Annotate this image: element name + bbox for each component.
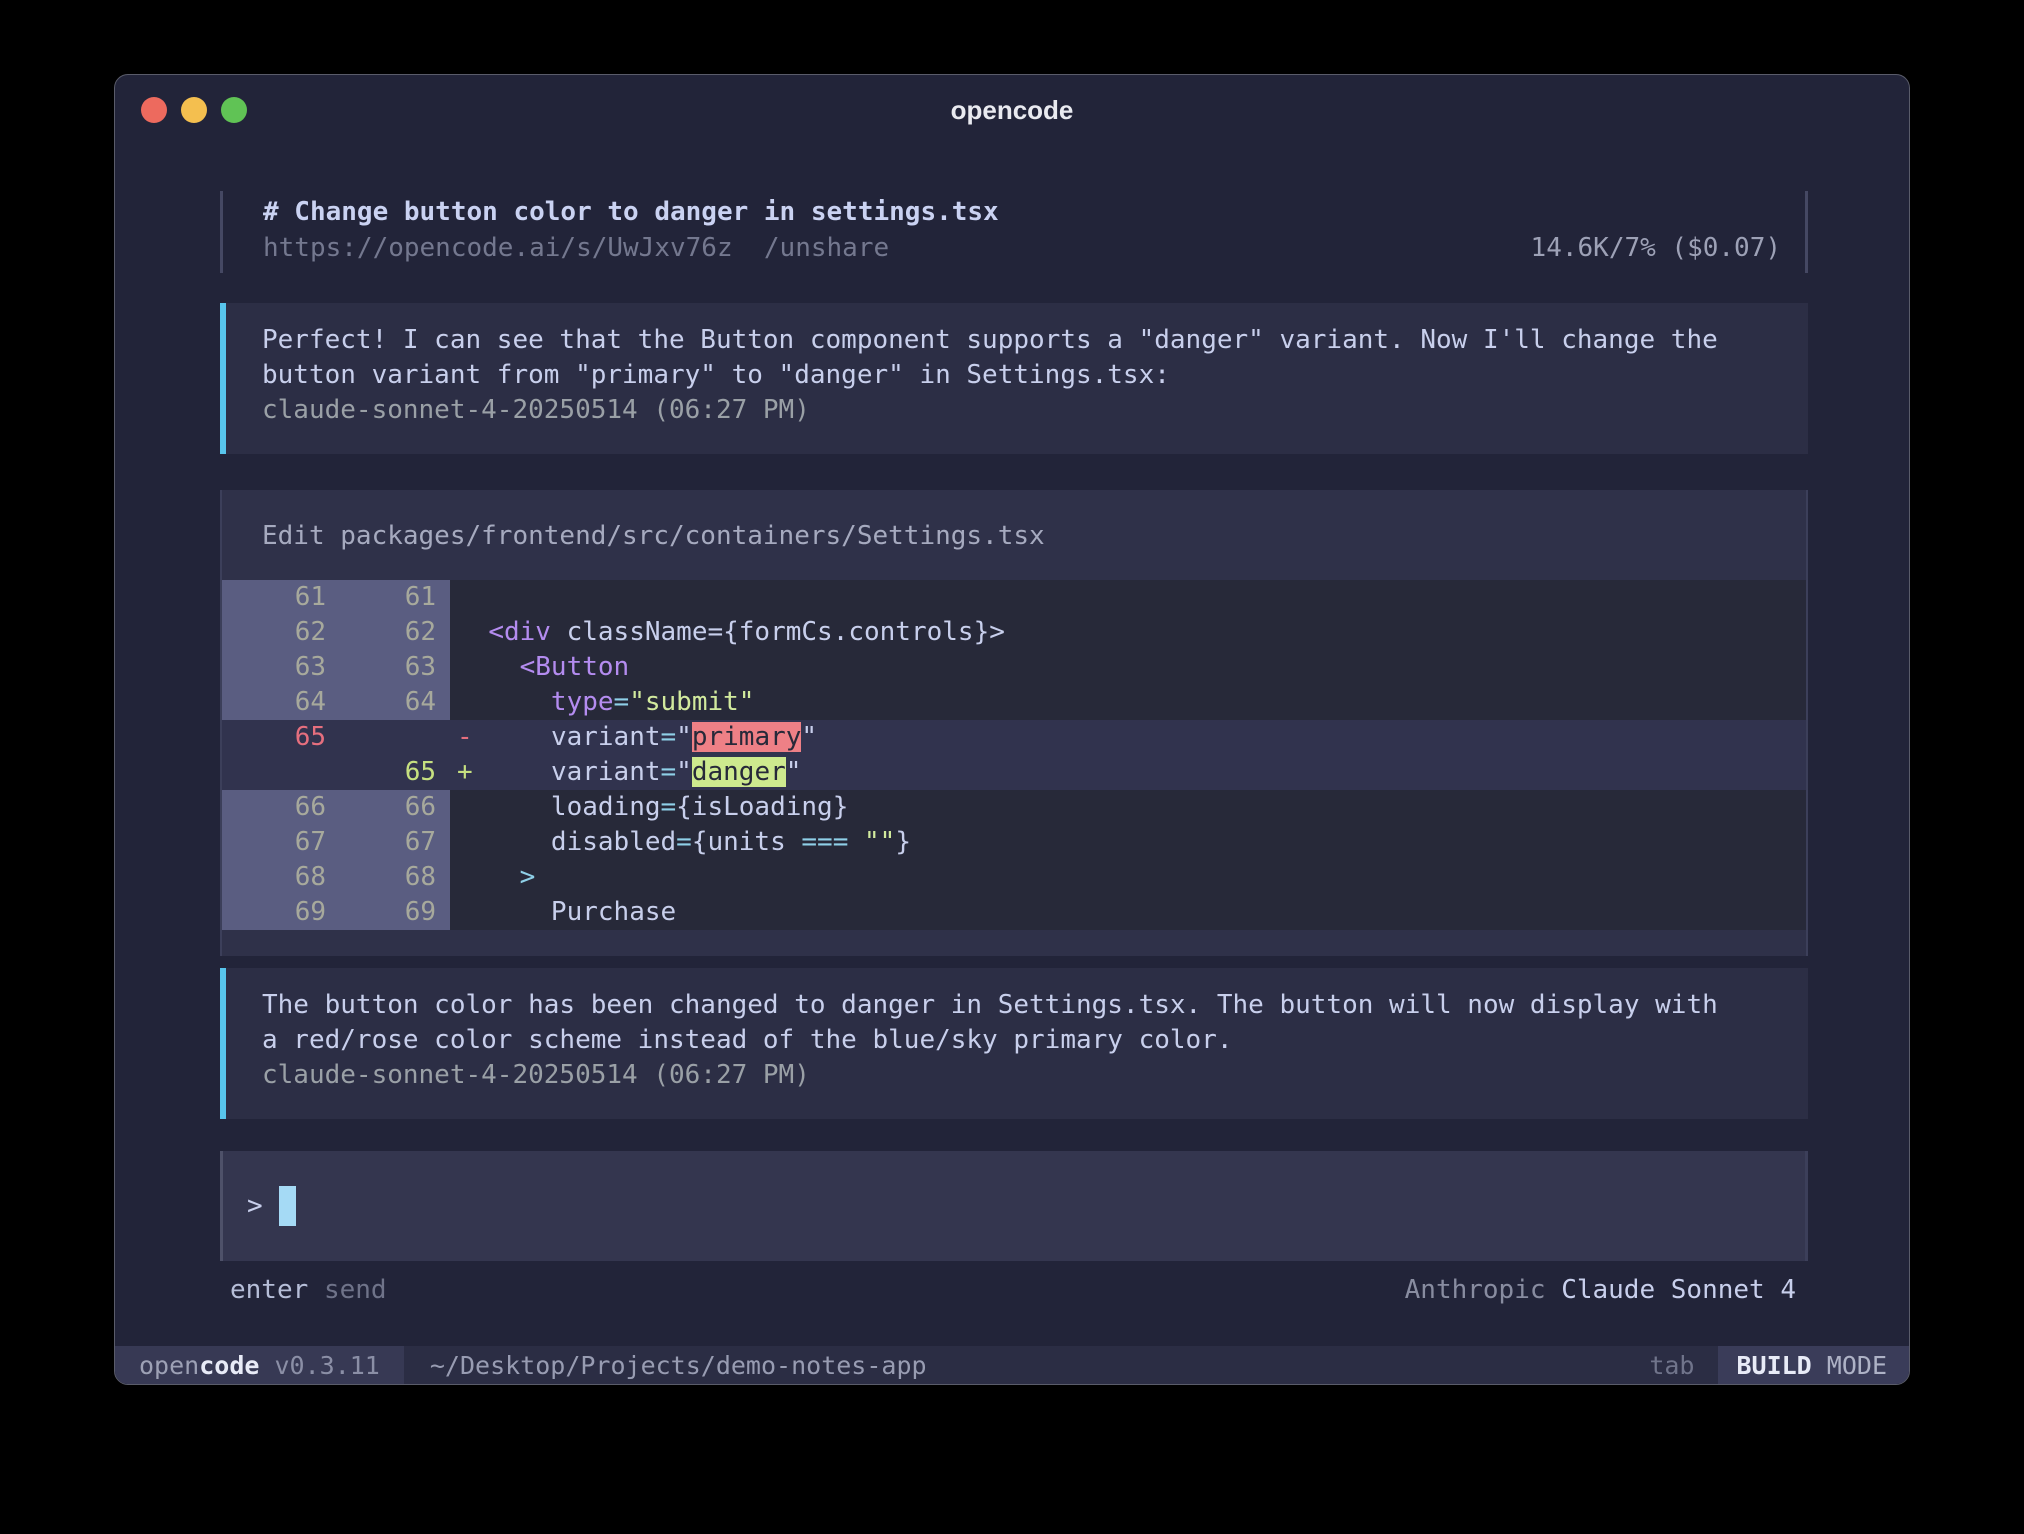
new-line-number: 66 — [326, 790, 436, 825]
close-button[interactable] — [141, 97, 167, 123]
diff-code-line: > — [450, 860, 1806, 895]
provider-label: Anthropic — [1405, 1275, 1546, 1305]
session-share-url[interactable]: https://opencode.ai/s/UwJxv76z /unshare — [263, 230, 889, 266]
diff-code-line: type="submit" — [450, 685, 1806, 720]
message-line: button variant from "primary" to "danger… — [262, 358, 1808, 393]
session-title: # Change button color to danger in setti… — [263, 194, 1781, 230]
diff-row: 6767 disabled={units === ""} — [222, 825, 1806, 860]
diff-row: 65 + variant="danger" — [222, 755, 1806, 790]
new-line-number — [326, 720, 436, 755]
send-action-hint: send — [324, 1275, 387, 1305]
diff-gutter: 6868 — [222, 860, 450, 895]
build-mode-chip[interactable]: BUILD MODE — [1718, 1346, 1909, 1384]
app-name-open: open — [139, 1351, 199, 1380]
status-bar: opencode v0.3.11 ~/Desktop/Projects/demo… — [115, 1346, 1909, 1384]
diff-view: 61616262 <div className={formCs.controls… — [222, 580, 1806, 930]
zoom-button[interactable] — [221, 97, 247, 123]
diff-row: 6868 > — [222, 860, 1806, 895]
traffic-lights — [141, 75, 247, 145]
mode-suffix: MODE — [1812, 1351, 1887, 1380]
message-model-meta: claude-sonnet-4-20250514 (06:27 PM) — [262, 1058, 1808, 1093]
diff-code-line: <div className={formCs.controls}> — [450, 615, 1806, 650]
old-line-number: 63 — [222, 650, 326, 685]
diff-gutter: 6262 — [222, 615, 450, 650]
old-line-number: 69 — [222, 895, 326, 930]
diff-gutter: 65 — [222, 755, 450, 790]
hint-row: enter send Anthropic Claude Sonnet 4 — [220, 1273, 1808, 1308]
diff-code-line — [450, 580, 1806, 615]
diff-row: 6161 — [222, 580, 1806, 615]
diff-row: 6969 Purchase — [222, 895, 1806, 930]
new-line-number: 63 — [326, 650, 436, 685]
diff-gutter: 6666 — [222, 790, 450, 825]
message-line: a red/rose color scheme instead of the b… — [262, 1023, 1808, 1058]
diff-gutter: 6767 — [222, 825, 450, 860]
session-header: # Change button color to danger in setti… — [220, 191, 1808, 273]
diff-code-line: Purchase — [450, 895, 1806, 930]
diff-gutter: 65 — [222, 720, 450, 755]
old-line-number: 65 — [222, 720, 326, 755]
diff-code-line: <Button — [450, 650, 1806, 685]
old-line-number: 67 — [222, 825, 326, 860]
diff-code-line: loading={isLoading} — [450, 790, 1806, 825]
old-line-number: 66 — [222, 790, 326, 825]
new-line-number: 67 — [326, 825, 436, 860]
diff-code-line: - variant="primary" — [450, 720, 1806, 755]
diff-code-line: + variant="danger" — [450, 755, 1806, 790]
old-line-number — [222, 755, 326, 790]
window-title: opencode — [951, 95, 1074, 126]
assistant-message: Perfect! I can see that the Button compo… — [220, 303, 1808, 454]
prompt-symbol: > — [247, 1191, 263, 1221]
diff-row: 6464 type="submit" — [222, 685, 1806, 720]
enter-key-hint: enter — [230, 1275, 308, 1305]
context-usage: 14.6K/7% ($0.07) — [1531, 230, 1781, 266]
minimize-button[interactable] — [181, 97, 207, 123]
diff-code-line: disabled={units === ""} — [450, 825, 1806, 860]
message-line: The button color has been changed to dan… — [262, 988, 1808, 1023]
text-cursor — [279, 1186, 296, 1226]
diff-row: 6262 <div className={formCs.controls}> — [222, 615, 1806, 650]
new-line-number: 65 — [326, 755, 436, 790]
diff-gutter: 6363 — [222, 650, 450, 685]
diff-row: 65 - variant="primary" — [222, 720, 1806, 755]
diff-gutter: 6464 — [222, 685, 450, 720]
prompt-input[interactable]: > — [220, 1151, 1808, 1261]
old-line-number: 61 — [222, 580, 326, 615]
app-version: v0.3.11 — [259, 1351, 379, 1380]
app-name-code: code — [199, 1351, 259, 1380]
edit-tool-block: Edit packages/frontend/src/containers/Se… — [220, 490, 1808, 956]
new-line-number: 62 — [326, 615, 436, 650]
app-version-chip: opencode v0.3.11 — [115, 1346, 404, 1384]
mode-name: BUILD — [1736, 1351, 1811, 1380]
diff-gutter: 6969 — [222, 895, 450, 930]
diff-row: 6363 <Button — [222, 650, 1806, 685]
message-model-meta: claude-sonnet-4-20250514 (06:27 PM) — [262, 393, 1808, 428]
model-indicator[interactable]: Anthropic Claude Sonnet 4 — [1405, 1273, 1796, 1308]
new-line-number: 61 — [326, 580, 436, 615]
old-line-number: 64 — [222, 685, 326, 720]
diff-gutter: 6161 — [222, 580, 450, 615]
send-action-hint — [308, 1275, 324, 1305]
tab-key-hint: tab — [1649, 1351, 1694, 1380]
old-line-number: 62 — [222, 615, 326, 650]
opencode-window: opencode # Change button color to danger… — [114, 74, 1910, 1385]
new-line-number: 68 — [326, 860, 436, 895]
diff-row: 6666 loading={isLoading} — [222, 790, 1806, 825]
message-line: Perfect! I can see that the Button compo… — [262, 323, 1808, 358]
titlebar: opencode — [115, 75, 1909, 145]
old-line-number: 68 — [222, 860, 326, 895]
new-line-number: 64 — [326, 685, 436, 720]
model-label: Claude Sonnet 4 — [1561, 1275, 1796, 1305]
new-line-number: 69 — [326, 895, 436, 930]
assistant-message: The button color has been changed to dan… — [220, 968, 1808, 1119]
edit-tool-header: Edit packages/frontend/src/containers/Se… — [222, 518, 1806, 554]
working-directory: ~/Desktop/Projects/demo-notes-app — [430, 1351, 927, 1380]
